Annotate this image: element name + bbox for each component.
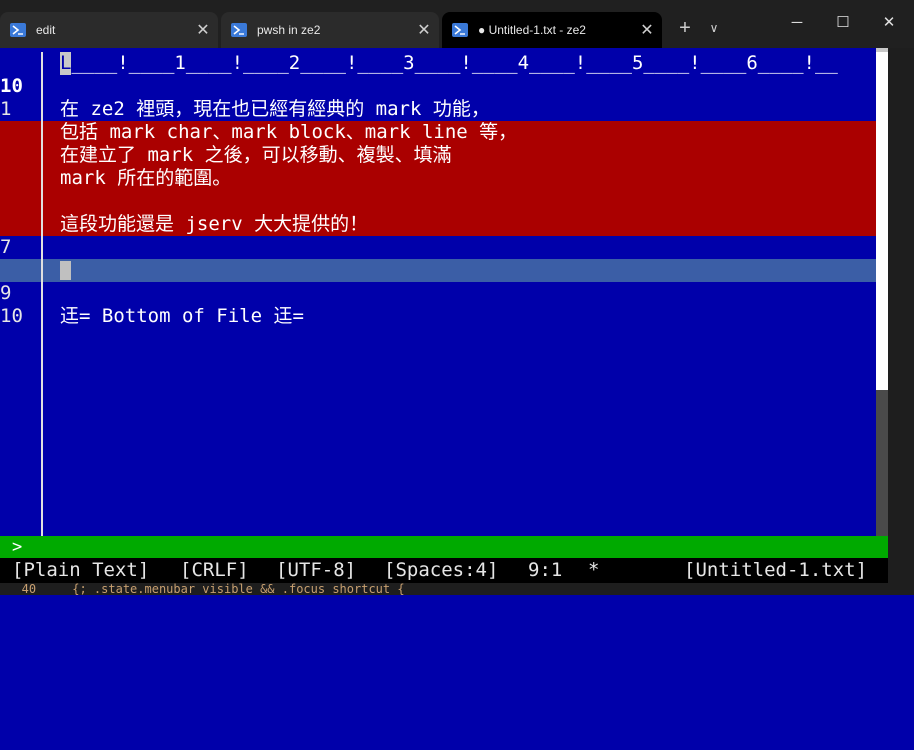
powershell-icon [231,23,247,37]
scrollbar-thumb[interactable] [876,52,888,390]
line-text: mark 所在的範圍。 [60,167,232,189]
status-encoding: [UTF-8] [276,559,357,581]
editor-line[interactable]: 1 [0,75,876,120]
new-tab-button[interactable]: + [672,16,698,40]
minimize-button[interactable]: ─ [774,0,820,46]
marked-line[interactable]: 3 包括 mark char、mark block、mark line 等， [0,121,876,166]
eof-marker: 迋= Bottom of File 迋= [60,305,304,327]
status-bar: [Plain Text] [CRLF] [UTF-8] [Spaces:4] 9… [0,558,888,583]
maximize-button[interactable]: ☐ [820,0,866,46]
status-line-ending: [CRLF] [180,559,249,581]
command-prompt: > [12,537,23,557]
editor-line[interactable]: 2 在 ze2 裡頭，現在也已經有經典的 mark 功能， [0,98,876,143]
title-bar: edit ✕ pwsh in ze2 ✕ ● Untitled-1.txt - … [0,0,914,48]
marked-line[interactable]: 7 這段功能還是 jserv 大大提供的！ [0,213,876,258]
ruler-line: 10 L____!____1____!____2____!____3____!_… [0,52,876,97]
window-right-edge [888,48,914,595]
tab-dropdown-button[interactable]: ∨ [702,16,726,40]
status-filetype: [Plain Text] [12,559,150,581]
powershell-icon [452,23,468,37]
tab-title: ● Untitled-1.txt - ze2 [478,23,586,37]
marked-line[interactable]: 5 mark 所在的範圍。 [0,167,876,212]
editor-line[interactable]: 10 [0,282,876,327]
line-text: 在建立了 mark 之後，可以移動、複製、填滿 [60,144,452,166]
tab-untitled-1[interactable]: ● Untitled-1.txt - ze2 ✕ [442,12,662,48]
status-filename: [Untitled-1.txt] [684,559,868,581]
line-text: 在 ze2 裡頭，現在也已經有經典的 mark 功能， [60,98,490,120]
status-indent: [Spaces:4] [384,559,499,581]
tab-title: pwsh in ze2 [257,23,321,37]
close-icon[interactable]: ✕ [188,20,218,40]
close-icon[interactable]: ✕ [632,20,662,40]
command-line[interactable]: > [0,536,888,558]
ruler-text: ____!____1____!____2____!____3____!____4… [71,52,838,74]
marked-line[interactable]: 6 [0,190,876,235]
scrollbar-lower-track[interactable] [876,390,888,536]
ruler-cursor: L [60,52,72,75]
status-position: 9:1 [528,559,563,581]
tab-edit[interactable]: edit ✕ [0,12,218,48]
status-modified: * [588,559,600,581]
line-text: 這段功能還是 jserv 大大提供的！ [60,213,369,235]
tab-title: edit [36,23,56,37]
tab-pwsh-in-ze2[interactable]: pwsh in ze2 ✕ [221,12,439,48]
editor-line[interactable]: 8 [0,236,876,281]
editor-area[interactable]: 10 L____!____1____!____2____!____3____!_… [0,48,876,536]
close-icon[interactable]: ✕ [409,20,439,40]
marked-line[interactable]: 4 在建立了 mark 之後，可以移動、複製、填滿 [0,144,876,189]
line-text: 包括 mark char、mark block、mark line 等， [60,121,518,143]
text-cursor [60,261,71,280]
close-window-button[interactable]: ✕ [866,0,912,46]
powershell-icon [10,23,26,37]
gutter-divider [41,52,43,536]
eof-marker-line: 迋= Bottom of File 迋= [0,305,876,328]
current-line[interactable]: 9 [0,259,876,304]
background-window-text: 40 {; .state.menubar visible && .focus s… [0,583,914,595]
